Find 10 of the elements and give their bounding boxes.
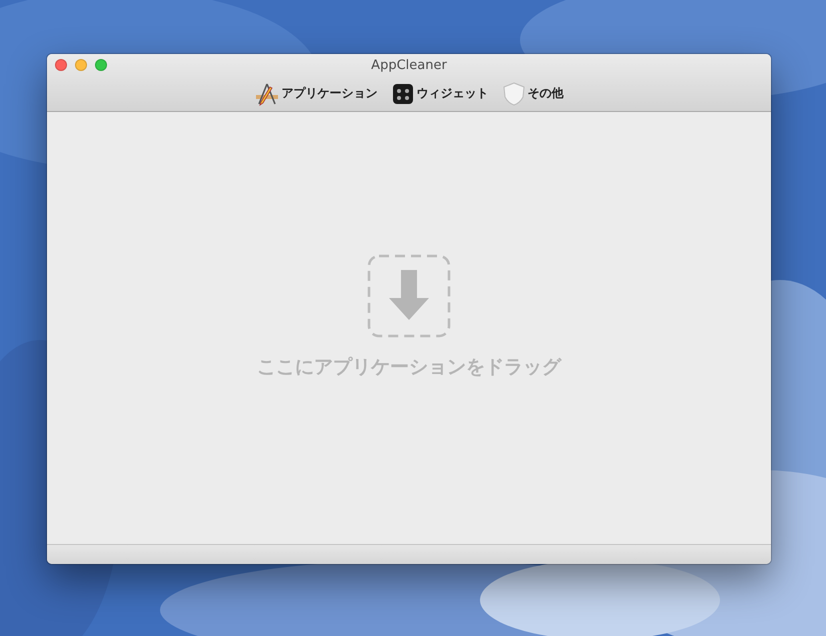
shield-icon: [502, 82, 524, 106]
pencil-ruler-icon: [254, 82, 278, 106]
minimize-button[interactable]: [75, 59, 87, 71]
window-title: AppCleaner: [370, 58, 448, 72]
toolbar-tab[interactable]: アプリケーション: [254, 82, 378, 106]
widget-icon: [392, 82, 414, 104]
zoom-button[interactable]: [95, 59, 107, 71]
toolbar-tab[interactable]: ウィジェット: [392, 82, 488, 104]
toolbar-tab[interactable]: その他: [502, 82, 564, 106]
close-button[interactable]: [55, 59, 67, 71]
